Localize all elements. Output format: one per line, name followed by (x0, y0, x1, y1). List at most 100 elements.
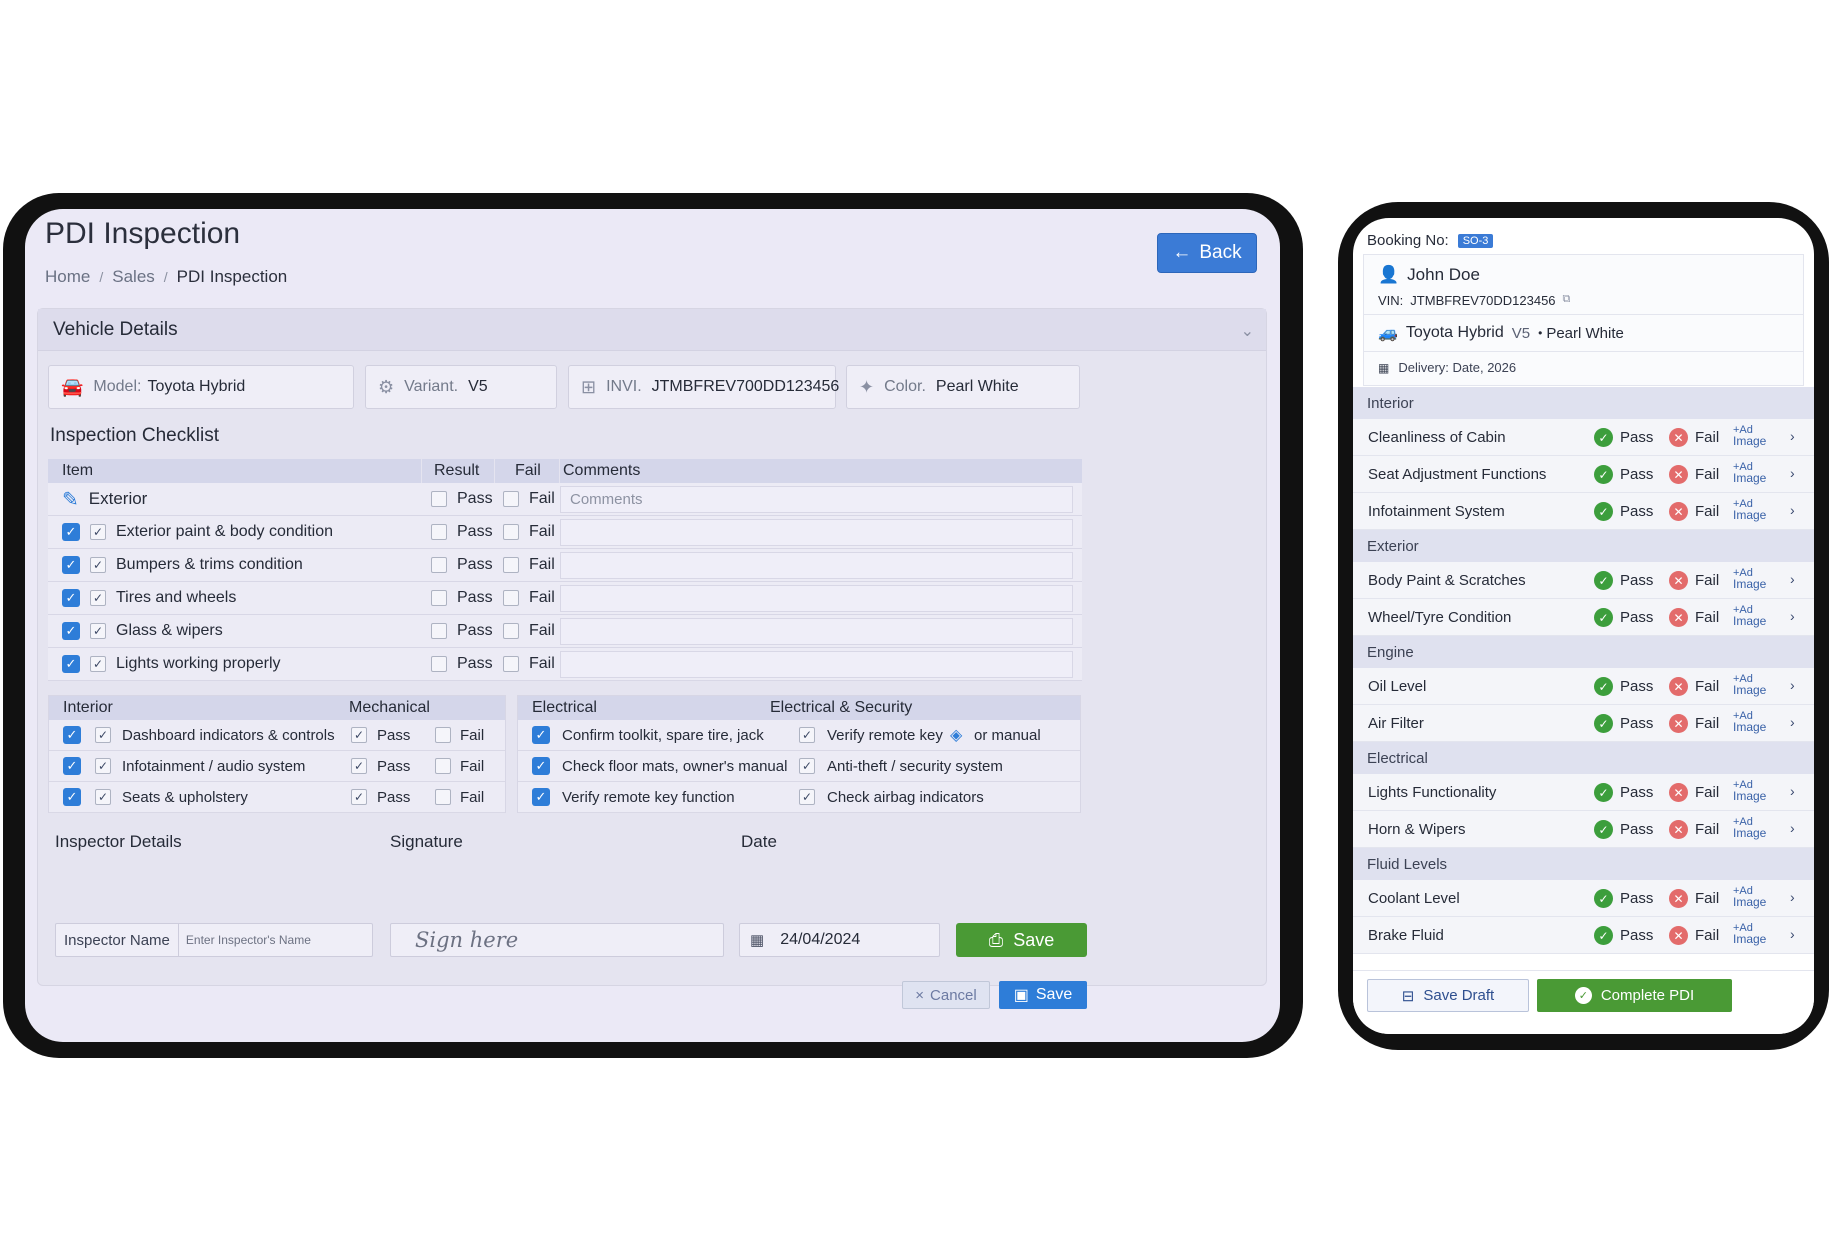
pass-label[interactable]: Pass (1620, 609, 1653, 626)
fail-checkbox[interactable] (435, 758, 451, 774)
add-image-button[interactable]: +Ad Image (1733, 886, 1777, 912)
check-icon[interactable]: ✓ (1594, 608, 1613, 627)
close-icon[interactable]: ✕ (1669, 820, 1688, 839)
pass-label[interactable]: Pass (1620, 715, 1653, 732)
chevron-right-icon[interactable]: › (1790, 465, 1795, 481)
pass-cell[interactable]: Pass (431, 483, 493, 515)
select-checkbox[interactable]: ✓ (63, 757, 81, 775)
item-checkbox[interactable]: ✓ (90, 623, 106, 639)
fail-label[interactable]: Fail (1695, 715, 1719, 732)
fail-checkbox[interactable] (503, 524, 519, 540)
comments-input[interactable] (560, 585, 1073, 612)
comments-input[interactable]: Comments (560, 486, 1073, 513)
add-image-button[interactable]: +Ad Image (1733, 923, 1777, 949)
add-image-button[interactable]: +Ad Image (1733, 425, 1777, 451)
item-checkbox[interactable]: ✓ (90, 590, 106, 606)
pass-label[interactable]: Pass (1620, 503, 1653, 520)
select-checkbox[interactable]: ✓ (63, 788, 81, 806)
item-checkbox[interactable]: ✓ (799, 727, 815, 743)
signature-field[interactable]: Sign here (390, 923, 724, 957)
chevron-right-icon[interactable]: › (1790, 677, 1795, 693)
add-image-button[interactable]: +Ad Image (1733, 674, 1777, 700)
pass-label[interactable]: Pass (1620, 678, 1653, 695)
inspector-name-input[interactable]: Enter Inspector's Name (179, 933, 311, 947)
pass-checkbox[interactable] (431, 623, 447, 639)
fail-label[interactable]: Fail (1695, 429, 1719, 446)
complete-pdi-button[interactable]: ✓ Complete PDI (1537, 979, 1732, 1012)
chevron-right-icon[interactable]: › (1790, 926, 1795, 942)
fail-label[interactable]: Fail (1695, 572, 1719, 589)
pass-label[interactable]: Pass (1620, 821, 1653, 838)
fail-checkbox[interactable] (503, 623, 519, 639)
fail-checkbox[interactable] (503, 491, 519, 507)
close-icon[interactable]: ✕ (1669, 428, 1688, 447)
close-icon[interactable]: ✕ (1669, 465, 1688, 484)
cancel-button[interactable]: × Cancel (902, 981, 990, 1009)
fail-label[interactable]: Fail (1695, 784, 1719, 801)
fail-label[interactable]: Fail (1695, 678, 1719, 695)
check-icon[interactable]: ✓ (1594, 783, 1613, 802)
pass-label[interactable]: Pass (1620, 466, 1653, 483)
check-icon[interactable]: ✓ (1594, 465, 1613, 484)
comments-input[interactable] (560, 618, 1073, 645)
item-checkbox[interactable]: ✓ (799, 758, 815, 774)
add-image-button[interactable]: +Ad Image (1733, 711, 1777, 737)
chevron-right-icon[interactable]: › (1790, 820, 1795, 836)
date-field[interactable]: ▦ 24/04/2024 (739, 923, 940, 957)
close-icon[interactable]: ✕ (1669, 677, 1688, 696)
pass-checkbox[interactable]: ✓ (351, 789, 367, 805)
pass-label[interactable]: Pass (1620, 784, 1653, 801)
save-button-primary[interactable]: ⎙ Save (956, 923, 1087, 957)
add-image-button[interactable]: +Ad Image (1733, 605, 1777, 631)
check-icon[interactable]: ✓ (1594, 926, 1613, 945)
pass-checkbox[interactable]: ✓ (351, 758, 367, 774)
pass-label[interactable]: Pass (1620, 572, 1653, 589)
fail-label[interactable]: Fail (1695, 503, 1719, 520)
save-draft-button[interactable]: ⊟ Save Draft (1367, 979, 1529, 1012)
chevron-right-icon[interactable]: › (1790, 608, 1795, 624)
pass-checkbox[interactable]: ✓ (351, 727, 367, 743)
chevron-right-icon[interactable]: › (1790, 571, 1795, 587)
add-image-button[interactable]: +Ad Image (1733, 817, 1777, 843)
chevron-right-icon[interactable]: › (1790, 502, 1795, 518)
back-button[interactable]: ← Back (1157, 233, 1257, 273)
chevron-right-icon[interactable]: › (1790, 889, 1795, 905)
fail-label[interactable]: Fail (1695, 821, 1719, 838)
select-checkbox[interactable]: ✓ (63, 726, 81, 744)
fail-label[interactable]: Fail (1695, 890, 1719, 907)
select-checkbox[interactable]: ✓ (62, 556, 80, 574)
copy-icon[interactable]: ⧉ (1563, 293, 1571, 308)
add-image-button[interactable]: +Ad Image (1733, 462, 1777, 488)
close-icon[interactable]: ✕ (1669, 783, 1688, 802)
chevron-right-icon[interactable]: › (1790, 714, 1795, 730)
check-icon[interactable]: ✓ (1594, 428, 1613, 447)
item-checkbox[interactable]: ✓ (95, 789, 111, 805)
save-button[interactable]: ▣ Save (999, 981, 1087, 1009)
fail-checkbox[interactable] (435, 727, 451, 743)
fail-label[interactable]: Fail (1695, 927, 1719, 944)
vehicle-details-header[interactable]: Vehicle Details ⌄ (38, 309, 1266, 351)
item-checkbox[interactable]: ✓ (95, 727, 111, 743)
select-checkbox[interactable]: ✓ (62, 622, 80, 640)
fail-label[interactable]: Fail (1695, 466, 1719, 483)
check-icon[interactable]: ✓ (1594, 502, 1613, 521)
breadcrumb-home[interactable]: Home (45, 267, 90, 287)
check-icon[interactable]: ✓ (1594, 677, 1613, 696)
close-icon[interactable]: ✕ (1669, 889, 1688, 908)
pass-label[interactable]: Pass (1620, 429, 1653, 446)
check-icon[interactable]: ✓ (1594, 714, 1613, 733)
fail-checkbox[interactable] (435, 789, 451, 805)
comments-input[interactable] (560, 519, 1073, 546)
add-image-button[interactable]: +Ad Image (1733, 568, 1777, 594)
chevron-right-icon[interactable]: › (1790, 428, 1795, 444)
pass-checkbox[interactable] (431, 557, 447, 573)
chevron-right-icon[interactable]: › (1790, 783, 1795, 799)
check-icon[interactable]: ✓ (1594, 889, 1613, 908)
close-icon[interactable]: ✕ (1669, 926, 1688, 945)
comments-input[interactable] (560, 651, 1073, 678)
pass-label[interactable]: Pass (1620, 890, 1653, 907)
chevron-down-icon[interactable]: ⌄ (1241, 321, 1254, 341)
fail-checkbox[interactable] (503, 557, 519, 573)
close-icon[interactable]: ✕ (1669, 571, 1688, 590)
select-checkbox[interactable]: ✓ (62, 523, 80, 541)
